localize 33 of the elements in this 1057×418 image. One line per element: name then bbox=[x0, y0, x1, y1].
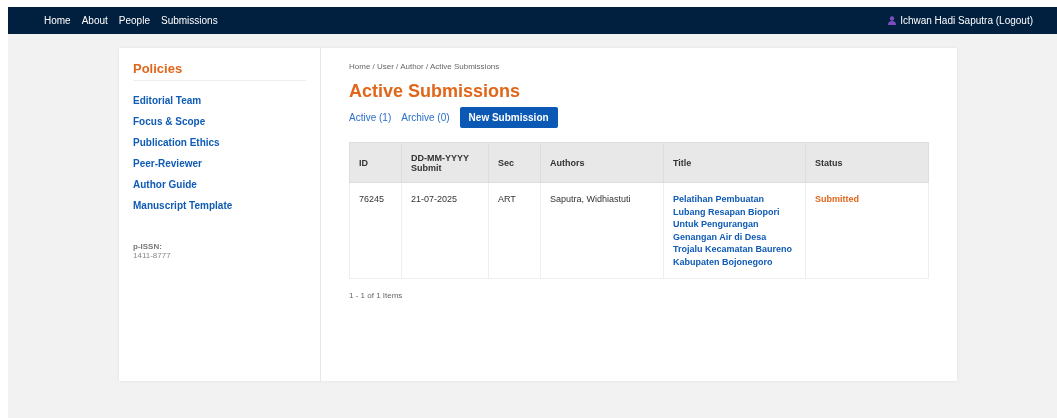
filter-link[interactable]: Archive (0) bbox=[401, 112, 450, 123]
user-icon bbox=[888, 16, 897, 25]
nav-link[interactable]: Submissions bbox=[160, 15, 218, 26]
table-cell: Saputra, Widhiastuti bbox=[540, 182, 664, 279]
sidebar-link[interactable]: Publication Ethics bbox=[133, 132, 306, 153]
table-cell: 21-07-2025 bbox=[401, 182, 489, 279]
nav-link[interactable]: About bbox=[81, 15, 108, 26]
table-cell: 76245 bbox=[349, 182, 402, 279]
column-header: Title bbox=[663, 142, 806, 183]
column-header: ID bbox=[349, 142, 402, 183]
new-submission-button[interactable]: New Submission bbox=[459, 107, 558, 128]
breadcrumb: Home / User / Author / Active Submissions bbox=[349, 62, 501, 71]
sidebar-link[interactable]: Focus & Scope bbox=[133, 111, 306, 132]
status-cell: Submitted bbox=[805, 182, 929, 279]
sidebar-link[interactable]: Peer-Reviewer bbox=[133, 153, 306, 174]
nav-link[interactable]: People bbox=[118, 15, 150, 26]
user-logout-link[interactable]: Ichwan Hadi Saputra (Logout) bbox=[888, 15, 1033, 26]
column-header: Sec bbox=[488, 142, 541, 183]
table-cell: ART bbox=[488, 182, 541, 279]
filter-link[interactable]: Active (1) bbox=[349, 112, 392, 123]
column-header: DD-MM-YYYY Submit bbox=[401, 142, 489, 183]
column-header: Status bbox=[805, 142, 929, 183]
page-heading: Active Submissions bbox=[349, 81, 522, 102]
sidebar-link[interactable]: Manuscript Template bbox=[133, 195, 306, 216]
issn-label: p-ISSN: bbox=[133, 242, 163, 251]
sidebar-title: Policies bbox=[133, 61, 306, 81]
column-header: Authors bbox=[540, 142, 664, 183]
title-link[interactable]: Pelatihan Pembuatan Lubang Resapan Biopori Untuk Pengurangan Genangan Air di Desa Trojalu Kecamatan Baureno Kabupaten Bojonegoro bbox=[663, 182, 806, 279]
nav-link[interactable]: Home bbox=[44, 15, 71, 26]
sidebar-link[interactable]: Author Guide bbox=[133, 174, 306, 195]
issn-number: 1411-8777 bbox=[133, 251, 172, 260]
pagination-info: 1 - 1 of 1 Items bbox=[349, 291, 404, 300]
sidebar-link[interactable]: Editorial Team bbox=[133, 90, 306, 111]
